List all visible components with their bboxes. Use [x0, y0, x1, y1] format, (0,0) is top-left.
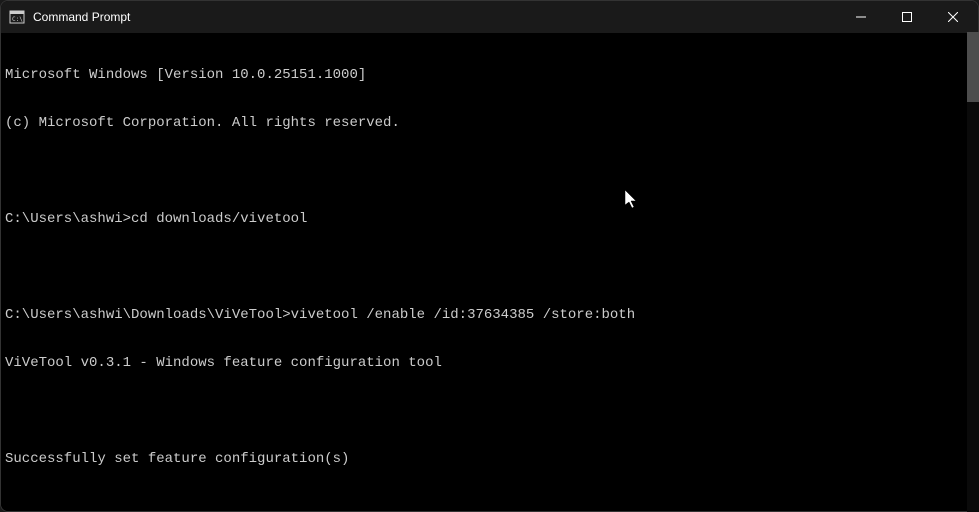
terminal-line: C:\Users\ashwi\Downloads\ViVeTool>viveto…	[5, 307, 974, 323]
terminal-line	[5, 163, 974, 179]
terminal-line	[5, 259, 974, 275]
minimize-button[interactable]	[838, 1, 884, 33]
terminal-line: C:\Users\ashwi>cd downloads/vivetool	[5, 211, 974, 227]
cmd-icon: C:\	[9, 9, 25, 25]
terminal-line: Successfully set feature configuration(s…	[5, 451, 974, 467]
terminal-line	[5, 499, 974, 511]
window-title: Command Prompt	[33, 10, 130, 24]
window-controls	[838, 1, 976, 33]
close-button[interactable]	[930, 1, 976, 33]
titlebar[interactable]: C:\ Command Prompt	[1, 1, 978, 33]
maximize-button[interactable]	[884, 1, 930, 33]
scrollbar-thumb[interactable]	[967, 32, 979, 102]
scrollbar-track[interactable]	[967, 32, 979, 512]
svg-text:C:\: C:\	[12, 16, 23, 23]
terminal-output[interactable]: Microsoft Windows [Version 10.0.25151.10…	[1, 33, 978, 511]
terminal-line: (c) Microsoft Corporation. All rights re…	[5, 115, 974, 131]
terminal-line: Microsoft Windows [Version 10.0.25151.10…	[5, 67, 974, 83]
terminal-line	[5, 403, 974, 419]
terminal-line: ViVeTool v0.3.1 - Windows feature config…	[5, 355, 974, 371]
titlebar-left: C:\ Command Prompt	[9, 9, 130, 25]
command-prompt-window: C:\ Command Prompt	[0, 0, 979, 512]
